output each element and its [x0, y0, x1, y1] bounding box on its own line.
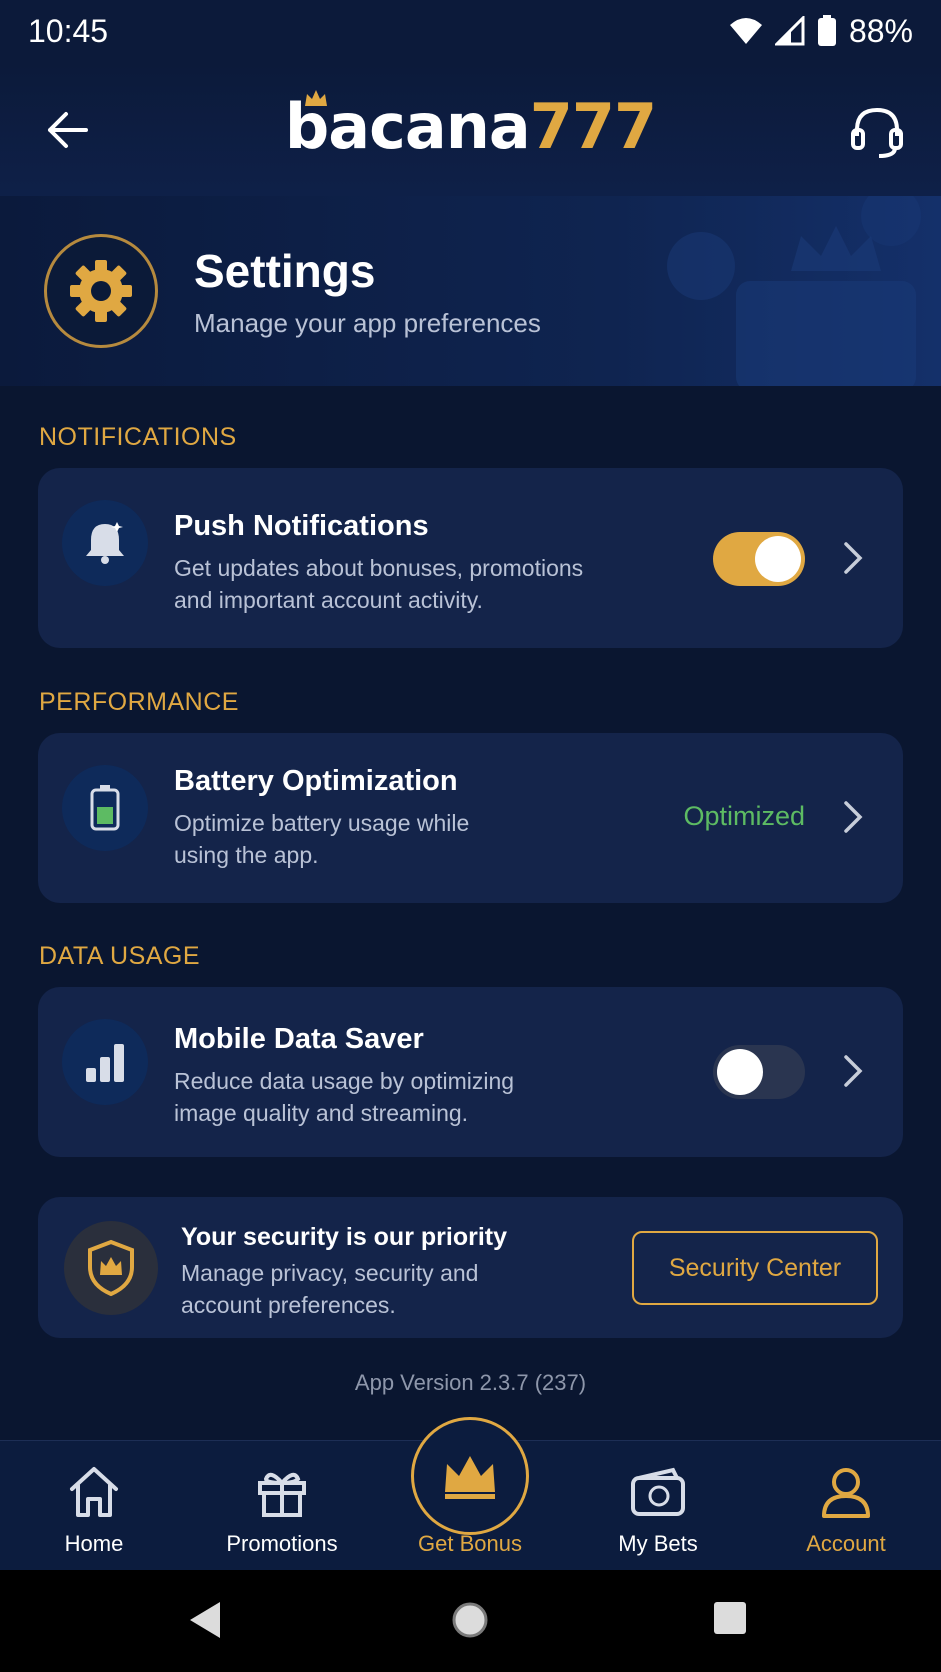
push-notifications-title: Push Notifications [174, 510, 429, 542]
nav-home[interactable]: Home [0, 1441, 188, 1571]
nav-my-bets-label: My Bets [618, 1531, 698, 1556]
app-header: bacana777 [0, 62, 941, 196]
security-center-button[interactable]: Security Center [632, 1231, 878, 1305]
home-icon [70, 1467, 118, 1517]
wifi-icon [729, 18, 762, 44]
nav-get-bonus-label: Get Bonus [418, 1531, 522, 1556]
battery-icon-badge [62, 765, 148, 851]
nav-promotions-label: Promotions [226, 1531, 338, 1556]
bonus-crown-button[interactable] [411, 1417, 529, 1535]
security-card: Your security is our priority Manage pri… [38, 1197, 903, 1338]
chevron-right-icon[interactable] [841, 540, 865, 576]
nav-account[interactable]: Account [752, 1441, 940, 1571]
push-notifications-desc: Get updates about bonuses, promotions an… [174, 555, 584, 613]
push-notifications-toggle[interactable] [713, 532, 805, 586]
settings-hero: Settings Manage your app preferences [0, 196, 941, 386]
settings-gear-badge [44, 234, 158, 348]
page-title: Settings [194, 245, 376, 297]
shield-icon-badge [64, 1221, 158, 1315]
battery-optimization-desc: Optimize battery usage while using the a… [174, 810, 470, 868]
bottom-nav: Home Promotions Get Bonus My Bets Accoun… [0, 1417, 941, 1571]
nav-my-bets[interactable]: My Bets [564, 1441, 752, 1571]
page-subtitle: Manage your app preferences [194, 308, 541, 338]
security-title: Your security is our priority [181, 1223, 508, 1251]
system-home-icon[interactable] [450, 1600, 490, 1640]
status-icons: 88% [729, 13, 913, 50]
gift-icon [258, 1472, 306, 1517]
push-notifications-row[interactable]: Push Notifications Get updates about bon… [38, 468, 903, 648]
slot-machine-decoration [667, 196, 921, 386]
brand-logo: bacana777 [0, 90, 941, 163]
toggle-knob [755, 536, 801, 582]
headset-icon[interactable] [849, 102, 905, 162]
section-label-notifications: NOTIFICATIONS [39, 423, 237, 451]
bell-icon-badge [62, 500, 148, 586]
system-recents-icon[interactable] [712, 1600, 748, 1636]
logo-text: bacana [284, 90, 531, 163]
status-time: 10:45 [28, 12, 109, 49]
mobile-data-saver-toggle[interactable] [713, 1045, 805, 1099]
bell-icon [86, 522, 124, 564]
chevron-right-icon[interactable] [841, 799, 865, 835]
signal-icon [774, 16, 805, 46]
battery-optimization-title: Battery Optimization [174, 765, 458, 797]
security-desc: Manage privacy, security and account pre… [181, 1260, 479, 1318]
battery-optimization-row[interactable]: Battery Optimization Optimize battery us… [38, 733, 903, 903]
mobile-data-saver-title: Mobile Data Saver [174, 1023, 424, 1055]
battery-percent: 88% [848, 12, 913, 49]
nav-account-label: Account [806, 1531, 886, 1556]
nav-get-bonus[interactable]: Get Bonus [376, 1417, 564, 1571]
shield-crown-icon [88, 1239, 134, 1297]
section-label-performance: PERFORMANCE [39, 688, 239, 716]
gear-icon [70, 260, 132, 322]
signal-bars-icon-badge [62, 1019, 148, 1105]
toggle-knob [717, 1049, 763, 1095]
mobile-data-saver-desc: Reduce data usage by optimizing image qu… [174, 1068, 515, 1126]
logo-number: 777 [529, 90, 657, 163]
wallet-icon [631, 1467, 685, 1516]
nav-promotions[interactable]: Promotions [188, 1441, 376, 1571]
status-bar: 10:45 88% [0, 0, 941, 62]
battery-icon [90, 785, 120, 831]
mobile-data-saver-row[interactable]: Mobile Data Saver Reduce data usage by o… [38, 987, 903, 1157]
crown-icon [445, 1456, 495, 1499]
chevron-right-icon[interactable] [841, 1053, 865, 1089]
nav-home-label: Home [64, 1531, 124, 1556]
battery-status: Optimized [683, 801, 805, 831]
battery-icon [817, 15, 836, 46]
system-nav-bar [0, 1570, 941, 1672]
section-label-data-usage: DATA USAGE [39, 942, 201, 970]
user-icon [822, 1468, 870, 1518]
app-version: App Version 2.3.7 (237) [354, 1370, 587, 1395]
signal-bars-icon [86, 1044, 124, 1082]
system-back-icon[interactable] [186, 1600, 224, 1640]
